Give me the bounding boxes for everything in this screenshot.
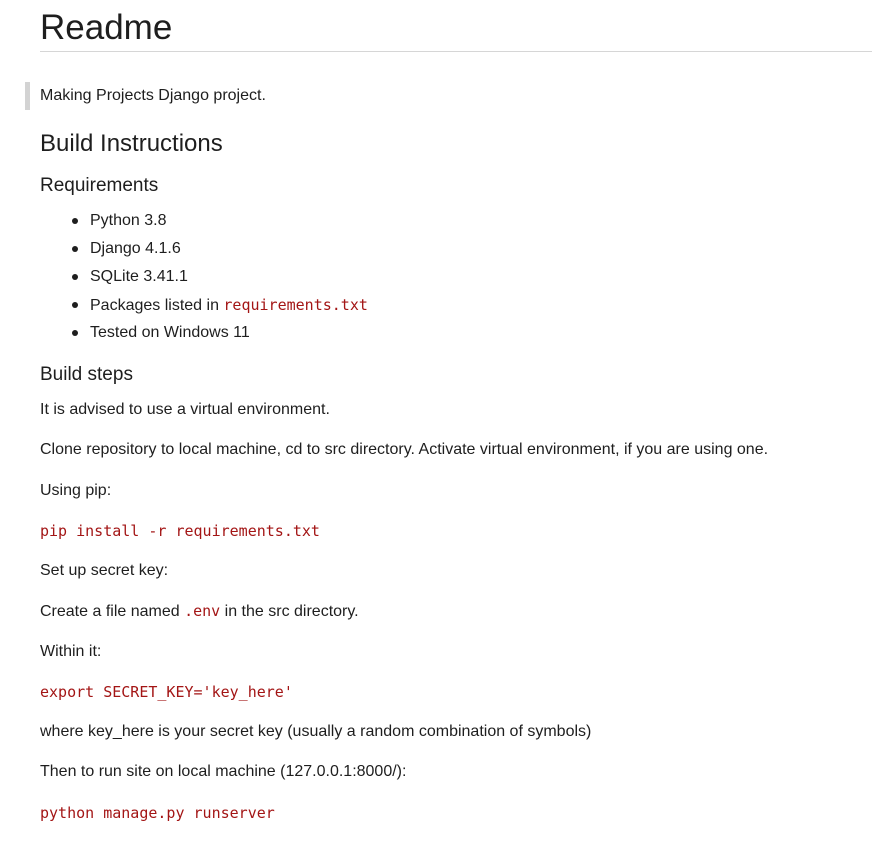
within-it-text: Within it: — [40, 643, 102, 660]
list-item: Python 3.8 — [72, 207, 368, 235]
heading-requirements: Requirements — [40, 175, 159, 196]
heading-build-steps: Build steps — [40, 364, 133, 385]
key-note-text: where key_here is your secret key (usual… — [40, 723, 592, 740]
secret-key-intro-text: Set up secret key: — [40, 562, 169, 579]
runserver-command: python manage.py runserver — [40, 804, 275, 822]
clone-text: Clone repository to local machine, cd to… — [40, 441, 769, 458]
readme-document: Readme Making Projects Django project. B… — [25, 0, 872, 822]
requirements-file-code: requirements.txt — [223, 296, 368, 314]
run-intro-text: Then to run site on local machine (127.0… — [40, 763, 407, 780]
advice-text: It is advised to use a virtual environme… — [40, 401, 330, 418]
requirements-list: Python 3.8 Django 4.1.6 SQLite 3.41.1 Pa… — [40, 207, 368, 347]
heading-build-instructions: Build Instructions — [40, 130, 223, 157]
intro-text: Making Projects Django project. — [40, 87, 266, 104]
list-item: Django 4.1.6 — [72, 235, 368, 263]
export-secret-key-command: export SECRET_KEY='key_here' — [40, 683, 293, 701]
list-item: Packages listed in requirements.txt — [72, 291, 368, 319]
pip-install-command: pip install -r requirements.txt — [40, 522, 320, 540]
intro-blockquote: Making Projects Django project. — [25, 82, 840, 110]
create-file-text: Create a file named .env in the src dire… — [40, 602, 359, 620]
list-item: Tested on Windows 11 — [72, 319, 368, 347]
using-pip-text: Using pip: — [40, 482, 112, 499]
page-title: Readme — [40, 0, 872, 52]
list-item: SQLite 3.41.1 — [72, 263, 368, 291]
env-file-code: .env — [184, 602, 221, 620]
